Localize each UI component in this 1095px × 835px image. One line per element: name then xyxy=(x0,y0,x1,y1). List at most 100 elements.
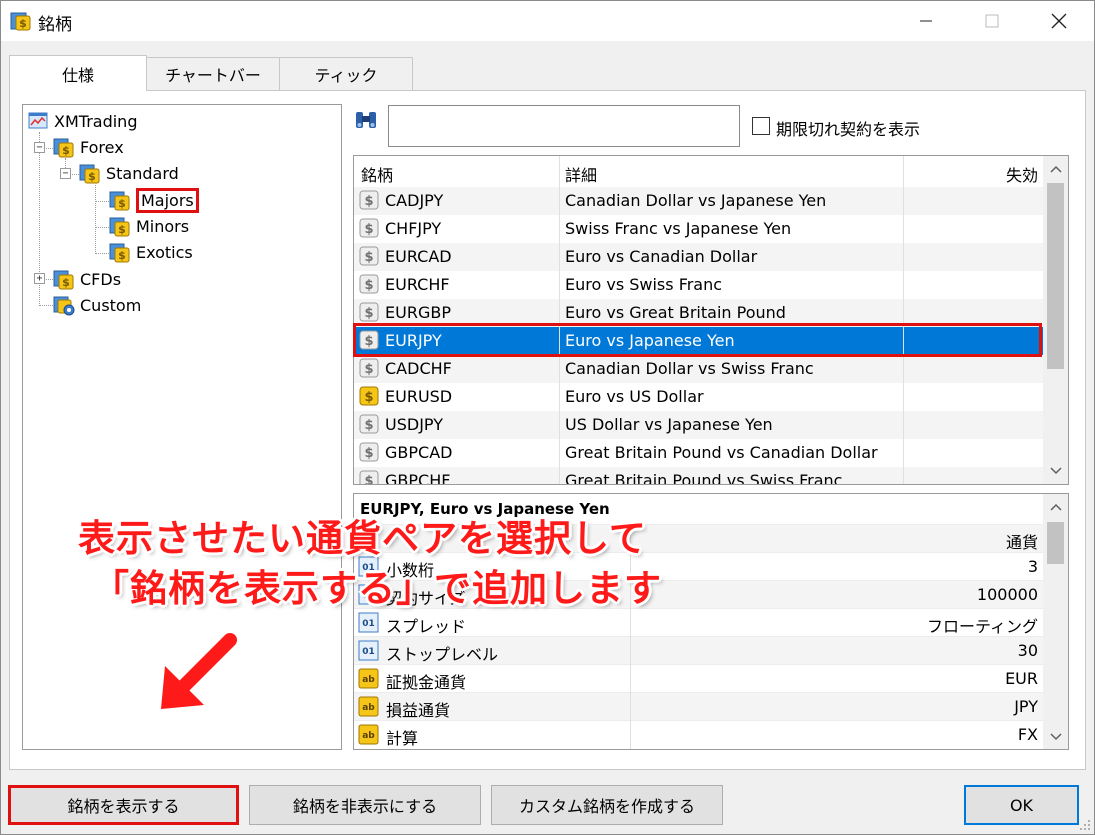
show-expired-checkbox[interactable] xyxy=(752,117,770,135)
expander-glyph: − xyxy=(62,168,69,179)
svg-text:$: $ xyxy=(118,197,126,210)
symbol-row[interactable]: $ CADCHF Canadian Dollar vs Swiss Franc xyxy=(354,355,1044,383)
tree-node-forex[interactable]: $ Forex xyxy=(53,135,124,159)
property-value: 100000 xyxy=(976,585,1038,604)
property-value: FX xyxy=(1017,725,1038,744)
property-key: スプレッド xyxy=(386,617,467,636)
symbol-cell: EURCHF xyxy=(385,275,450,294)
symbol-list-header: 銘柄 詳細 失効 xyxy=(354,156,1044,187)
column-header-symbol[interactable]: 銘柄 xyxy=(361,162,393,186)
svg-text:$: $ xyxy=(19,17,27,30)
tree-node-minors[interactable]: $ Minors xyxy=(109,214,189,238)
maximize-icon[interactable] xyxy=(969,1,1015,41)
symbol-dollar-icon: $ xyxy=(359,442,379,462)
tab-specification[interactable]: 仕様 xyxy=(9,55,147,91)
svg-text:$: $ xyxy=(364,446,373,461)
symbol-row[interactable]: $ EURCAD Euro vs Canadian Dollar xyxy=(354,243,1044,271)
symbol-cell: CADCHF xyxy=(385,359,452,378)
folder-dollar-icon: $ xyxy=(109,191,130,211)
property-value: 3 xyxy=(1027,557,1038,576)
symbol-dollar-icon: $ xyxy=(359,246,379,266)
resize-grip-icon[interactable] xyxy=(1079,819,1091,831)
symbol-dollar-icon: $ xyxy=(359,218,379,238)
symbol-row[interactable]: $ CADJPY Canadian Dollar vs Japanese Yen xyxy=(354,187,1044,215)
svg-text:$: $ xyxy=(364,334,373,349)
svg-text:01: 01 xyxy=(362,619,375,629)
close-icon[interactable] xyxy=(1036,1,1082,41)
symbol-row[interactable]: $ GBPCHF Great Britain Pound vs Swiss Fran… xyxy=(354,467,1044,485)
property-row[interactable]: ab 計算 FX xyxy=(354,720,1044,748)
property-row[interactable]: 01 ストップレベル 30 xyxy=(354,636,1044,664)
folder-dollar-icon: $ xyxy=(79,164,100,184)
tree-label: CFDs xyxy=(80,269,122,289)
symbol-cell: CADJPY xyxy=(385,191,444,210)
binoculars-icon[interactable] xyxy=(354,110,378,130)
svg-text:$: $ xyxy=(364,362,373,377)
symbol-row[interactable]: $ CHFJPY Swiss Franc vs Japanese Yen xyxy=(354,215,1044,243)
tree-node-majors[interactable]: $ Majors xyxy=(109,187,199,213)
tree-label: XMTrading xyxy=(54,111,138,131)
properties-scrollbar[interactable] xyxy=(1043,494,1068,749)
property-value: 通貨 xyxy=(1005,533,1038,552)
svg-text:$: $ xyxy=(62,276,70,289)
property-row[interactable]: 01 スプレッド フローティング xyxy=(354,608,1044,636)
tree-node-cfds[interactable]: $ CFDs xyxy=(53,267,121,291)
tab-ticks[interactable]: ティック xyxy=(279,57,413,90)
symbol-row[interactable]: $ GBPCAD Great Britain Pound vs Canadian D… xyxy=(354,439,1044,467)
svg-text:$: $ xyxy=(118,249,126,262)
property-row[interactable]: ab 損益通貨 JPY xyxy=(354,692,1044,720)
svg-text:$: $ xyxy=(364,474,373,485)
symbol-list-scrollbar[interactable] xyxy=(1043,156,1068,484)
create-custom-symbol-button[interactable]: カスタム銘柄を作成する xyxy=(491,785,723,825)
scroll-down-icon[interactable] xyxy=(1043,730,1068,744)
scroll-up-icon[interactable] xyxy=(1043,162,1068,176)
symbol-row[interactable]: $ EURGBP Euro vs Great Britain Pound xyxy=(354,299,1044,327)
symbol-dollar-icon: $ xyxy=(359,330,379,350)
window-title: 銘柄 xyxy=(38,15,72,35)
tab-chart-bars[interactable]: チャートバー xyxy=(146,57,280,90)
symbol-search-input[interactable] xyxy=(388,105,740,147)
ok-button[interactable]: OK xyxy=(964,785,1079,825)
description-cell: Euro vs Canadian Dollar xyxy=(565,247,758,266)
symbol-row[interactable]: $ EURCHF Euro vs Swiss Franc xyxy=(354,271,1044,299)
expand-cfds-icon[interactable]: + xyxy=(34,273,45,284)
symbol-row[interactable]: $ EURUSD Euro vs US Dollar xyxy=(354,383,1044,411)
column-header-expiration[interactable]: 失効 xyxy=(1006,162,1038,186)
tab-label: ティック xyxy=(314,66,378,85)
hide-symbol-button[interactable]: 銘柄を非表示にする xyxy=(249,785,481,825)
tree-node-standard[interactable]: $ Standard xyxy=(79,161,179,185)
description-cell: Canadian Dollar vs Swiss Franc xyxy=(565,359,814,378)
symbol-cell: EURCAD xyxy=(385,247,452,266)
scrollbar-thumb[interactable] xyxy=(1047,522,1064,564)
tree-label-highlighted: Majors xyxy=(136,187,199,213)
symbol-list[interactable]: 銘柄 詳細 失効 $ CADJPY Canadian Dollar vs Japan… xyxy=(353,155,1069,485)
tree-node-custom[interactable]: Custom xyxy=(53,293,141,317)
property-key: 証拠金通貨 xyxy=(386,673,467,692)
description-cell: Great Britain Pound vs Swiss Franc xyxy=(565,471,843,485)
symbol-row[interactable]: $ EURJPY Euro vs Japanese Yen xyxy=(354,327,1044,355)
tree-node-exotics[interactable]: $ Exotics xyxy=(109,240,193,264)
symbol-cell: CHFJPY xyxy=(385,219,442,238)
property-row[interactable]: ab 証拠金通貨 EUR xyxy=(354,664,1044,692)
column-header-description[interactable]: 詳細 xyxy=(565,162,597,186)
folder-dollar-icon: $ xyxy=(109,217,130,237)
server-icon xyxy=(28,112,48,129)
collapse-standard-icon[interactable]: − xyxy=(60,168,71,179)
tree-label: Exotics xyxy=(136,242,193,262)
collapse-forex-icon[interactable]: − xyxy=(34,142,45,153)
show-symbol-button[interactable]: 銘柄を表示する xyxy=(8,785,239,825)
scroll-up-icon[interactable] xyxy=(1043,500,1068,514)
svg-text:$: $ xyxy=(364,278,373,293)
symbol-cell: GBPCAD xyxy=(385,443,453,462)
symbol-row[interactable]: $ USDJPY US Dollar vs Japanese Yen xyxy=(354,411,1044,439)
tree-node-xmtrading[interactable]: XMTrading xyxy=(27,109,137,133)
scrollbar-thumb[interactable] xyxy=(1047,183,1064,369)
minimize-icon[interactable] xyxy=(903,1,949,41)
annotation-line-1: 表示させたい通貨ペアを選択して xyxy=(78,517,647,560)
scroll-down-icon[interactable] xyxy=(1043,464,1068,478)
svg-text:$: $ xyxy=(88,170,96,183)
red-arrow-icon xyxy=(161,633,237,709)
folder-dollar-icon: $ xyxy=(53,138,74,158)
numeric-property-icon: 01 xyxy=(358,612,379,633)
symbol-cell: EURUSD xyxy=(385,387,453,406)
